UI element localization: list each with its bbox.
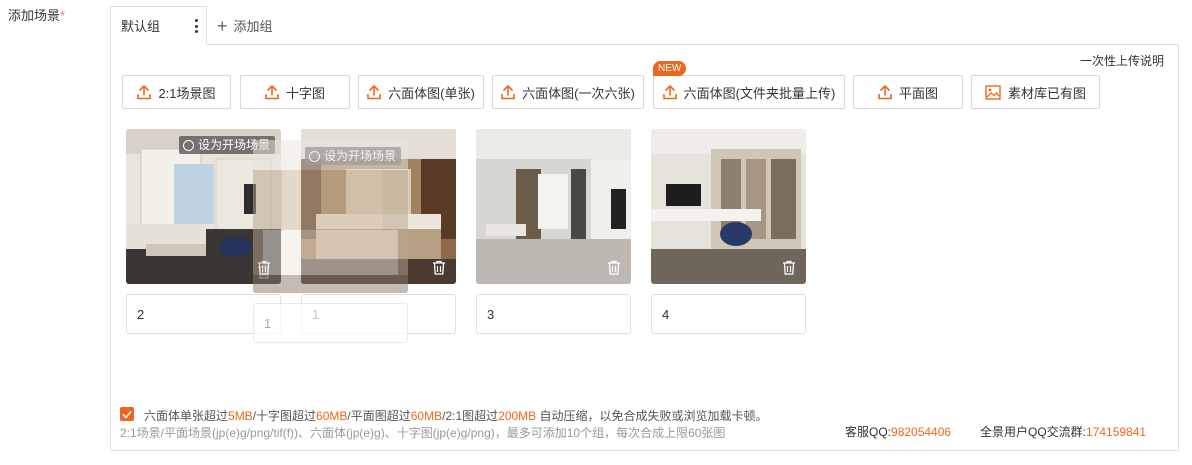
scene-name-input[interactable]: 3 <box>476 294 631 334</box>
set-start-scene-label: 设为开场场景 <box>198 138 271 152</box>
scene-name-value: 2 <box>137 306 145 322</box>
upload-floorplan-button[interactable]: 平面图 <box>853 75 963 109</box>
group-tabs: 默认组 + 添加组 <box>110 6 273 45</box>
compress-text: /十字图超过 <box>252 409 317 423</box>
user-group-qq: 全景用户QQ交流群:174159841 <box>980 423 1146 440</box>
add-group-label: 添加组 <box>233 19 273 34</box>
scene-name-value: 3 <box>487 306 495 322</box>
trash-icon[interactable] <box>432 260 446 278</box>
scene-name-input[interactable]: 1 <box>301 294 456 334</box>
compress-notice: 六面体单张超过5MB/十字图超过60MB/平面图超过60MB/2:1图超过200… <box>144 407 768 424</box>
more-options-icon[interactable] <box>194 19 198 33</box>
support-qq: 客服QQ:982054406 <box>845 423 951 440</box>
material-library-button[interactable]: 素材库已有图 <box>971 75 1100 109</box>
upload-floorplan-label: 平面图 <box>898 85 938 101</box>
tab-default-group[interactable]: 默认组 <box>110 6 207 45</box>
material-library-label: 素材库已有图 <box>1007 85 1086 101</box>
plus-icon: + <box>217 15 228 36</box>
check-icon <box>122 410 132 419</box>
upload-instructions-link[interactable]: 一次性上传说明 <box>1080 52 1164 69</box>
compress-text: 自动压缩，以免合成失败或浏览加载卡顿。 <box>536 409 768 423</box>
new-badge: NEW <box>653 61 687 76</box>
required-mark: * <box>60 8 66 23</box>
user-group-value[interactable]: 174159841 <box>1086 425 1146 439</box>
upload-icon <box>501 84 515 99</box>
field-label-text: 添加场景 <box>8 8 61 23</box>
tab-default-group-label: 默认组 <box>121 19 161 34</box>
upload-icon <box>367 84 381 99</box>
scene-name-input[interactable]: 4 <box>651 294 806 334</box>
radio-circle-icon <box>183 139 194 151</box>
upload-icon <box>662 84 677 99</box>
set-start-scene-toggle[interactable]: 设为开场场景 <box>179 136 276 154</box>
trash-icon[interactable] <box>607 260 621 278</box>
upload-cube-single-label: 六面体图(单张) <box>388 85 475 101</box>
compress-text: /2:1图超过 <box>442 409 499 423</box>
support-qq-label: 客服QQ: <box>845 425 892 439</box>
radio-circle-icon <box>309 150 320 162</box>
format-notice: 2:1场景/平面场景(jp(e)g/png/tif(f))、六面体(jp(e)g… <box>120 426 726 440</box>
upload-2to1-button[interactable]: 2:1场景图 <box>122 75 231 109</box>
compress-limit: 200MB <box>498 409 537 423</box>
upload-cube-six-label: 六面体图(一次六张) <box>522 85 635 101</box>
upload-2to1-label: 2:1场景图 <box>158 85 216 101</box>
support-qq-value[interactable]: 982054406 <box>891 425 951 439</box>
scene-name-value: 4 <box>662 306 670 322</box>
user-group-label: 全景用户QQ交流群: <box>980 425 1087 439</box>
compress-limit: 60MB <box>316 409 348 423</box>
upload-cross-label: 十字图 <box>285 85 325 101</box>
upload-cube-folder-button[interactable]: 六面体图(文件夹批量上传) <box>653 75 845 109</box>
scene-thumbnail[interactable] <box>476 129 631 284</box>
set-start-scene-label: 设为开场场景 <box>324 149 397 163</box>
set-start-scene-toggle[interactable]: 设为开场场景 <box>305 147 402 165</box>
image-icon <box>985 84 1001 100</box>
upload-icon <box>265 84 279 99</box>
compress-limit: 5MB <box>228 409 253 423</box>
trash-icon[interactable] <box>782 260 796 278</box>
trash-icon[interactable] <box>257 260 271 278</box>
compress-text: /平面图超过 <box>347 409 411 423</box>
upload-icon <box>137 84 152 99</box>
upload-cube-folder-label: 六面体图(文件夹批量上传) <box>683 85 836 101</box>
upload-icon <box>878 84 892 99</box>
field-label: 添加场景* <box>8 5 65 24</box>
scene-thumbnail[interactable] <box>651 129 806 284</box>
auto-compress-checkbox[interactable] <box>120 407 134 421</box>
scene-name-value: 1 <box>312 306 320 322</box>
scene-name-input[interactable]: 2 <box>126 294 281 334</box>
compress-text: 六面体单张超过 <box>144 409 229 423</box>
compress-limit: 60MB <box>410 409 443 423</box>
upload-cube-six-button[interactable]: 六面体图(一次六张) <box>492 75 644 109</box>
upload-cube-single-button[interactable]: 六面体图(单张) <box>358 75 484 109</box>
upload-cross-button[interactable]: 十字图 <box>240 75 350 109</box>
add-group-button[interactable]: + 添加组 <box>207 6 273 45</box>
